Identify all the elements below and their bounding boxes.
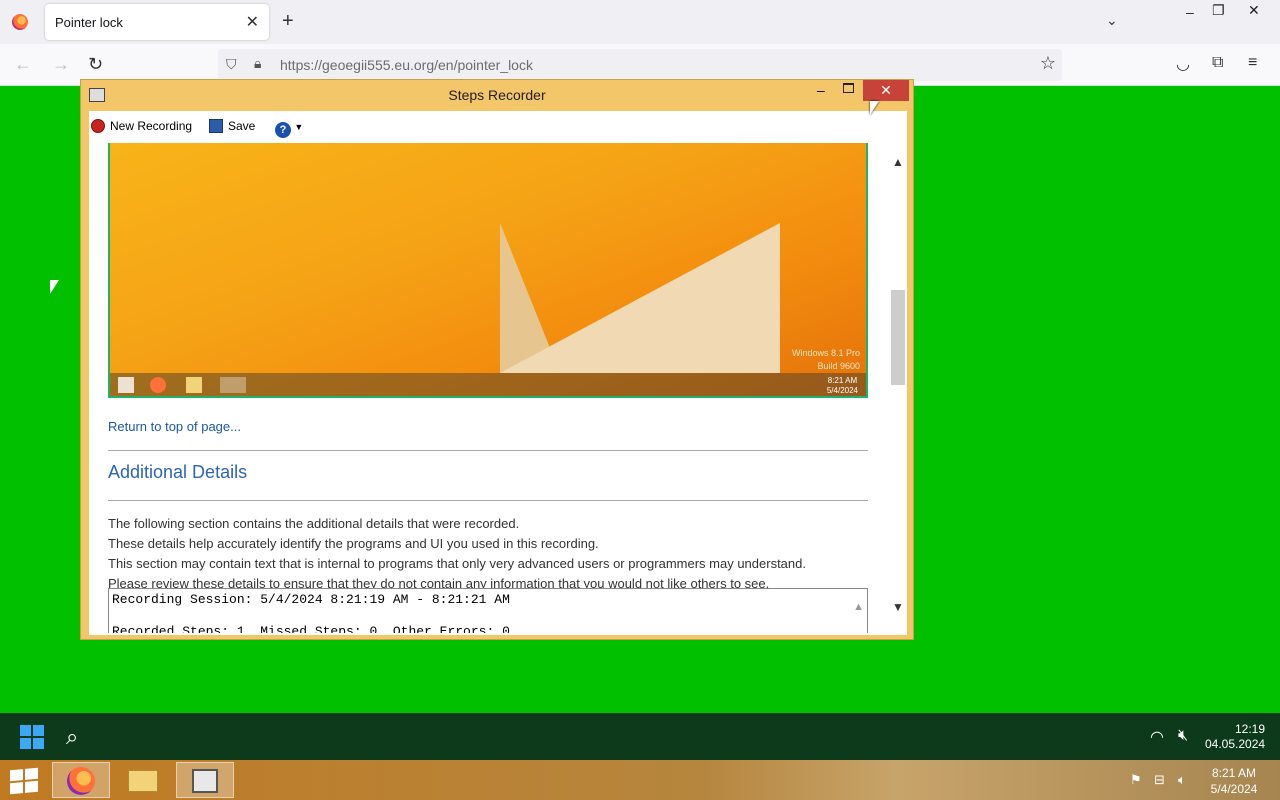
window-title: Steps Recorder xyxy=(448,87,546,103)
divider xyxy=(108,450,868,451)
scroll-up-icon[interactable]: ▲ xyxy=(892,155,904,169)
windows-start-icon[interactable] xyxy=(20,725,44,749)
details-paragraph: These details help accurately identify t… xyxy=(108,536,599,551)
mouse-cursor-icon xyxy=(870,101,879,115)
screenshot-recorder-icon xyxy=(220,377,246,393)
details-line: Recording Session: 5/4/2024 8:21:19 AM -… xyxy=(112,592,510,607)
new-recording-button[interactable]: New Recording xyxy=(91,119,192,133)
mouse-cursor-icon xyxy=(50,280,59,294)
host-clock-time: 12:19 xyxy=(1234,722,1265,736)
host-clock[interactable]: 12:19 04.05.2024 xyxy=(1205,722,1265,752)
host-clock-date: 04.05.2024 xyxy=(1205,737,1266,751)
steps-recorder-window: Steps Recorder – ✕ New Recording Save ? … xyxy=(80,79,914,640)
additional-details-heading: Additional Details xyxy=(108,462,248,482)
step-screenshot: Windows 8.1 Pro Build 9600 8:21 AM 5/4/2… xyxy=(108,143,868,398)
url-path: /en/pointer_lock xyxy=(434,57,533,73)
window-minimize-icon[interactable]: – xyxy=(817,82,825,98)
record-icon xyxy=(91,119,105,133)
search-icon[interactable]: ⌕ xyxy=(66,724,78,750)
return-to-top-link[interactable]: Return to top of page... xyxy=(108,419,241,434)
wallpaper-shape xyxy=(500,223,780,373)
flag-icon[interactable]: ⚑ xyxy=(1130,772,1142,788)
screenshot-firefox-icon xyxy=(150,377,166,393)
help-icon: ? xyxy=(275,122,291,138)
firefox-icon xyxy=(12,14,28,30)
new-tab-button[interactable]: + xyxy=(282,10,294,33)
screenshot-clock-time: 8:21 AM xyxy=(827,376,858,385)
wifi-icon[interactable]: ◠ xyxy=(1150,727,1164,747)
menu-icon[interactable]: ≡ xyxy=(1248,54,1257,72)
windows-watermark: Windows 8.1 Pro Build 9600 xyxy=(792,347,860,373)
network-icon[interactable]: ⊟ xyxy=(1154,772,1165,788)
report-scrollbar[interactable]: ▲ ▼ xyxy=(889,143,907,633)
url-bar[interactable]: ⛉ 🔒︎ https://geoegii555.eu.org/en/pointe… xyxy=(218,49,1062,81)
close-icon[interactable]: ✕ xyxy=(1248,2,1260,19)
new-recording-label: New Recording xyxy=(110,119,193,133)
screenshot-start-icon xyxy=(118,377,134,393)
speaker-icon[interactable]: 🔈︎ xyxy=(1178,772,1186,788)
taskbar-firefox[interactable] xyxy=(52,762,110,798)
screenshot-taskbar: 8:21 AM 5/4/2024 xyxy=(110,373,866,396)
screenshot-folder-icon xyxy=(186,377,202,393)
restore-icon[interactable]: ❐ xyxy=(1212,2,1225,19)
bookmark-star-icon[interactable]: ☆ xyxy=(1040,53,1056,74)
browser-tab-bar: Pointer lock ✕ + ⌄ – ❐ ✕ xyxy=(0,0,1280,44)
minimize-icon[interactable]: – xyxy=(1186,4,1194,20)
scroll-thumb[interactable] xyxy=(891,290,905,385)
help-dropdown-icon: ▼ xyxy=(294,122,304,132)
lock-icon[interactable]: 🔒︎ xyxy=(254,55,261,72)
watermark-line: Build 9600 xyxy=(817,361,860,371)
firefox-icon xyxy=(67,767,95,795)
back-icon[interactable]: ← xyxy=(14,54,32,75)
recorder-toolbar: New Recording Save ? ▼ xyxy=(89,111,907,143)
window-maximize-icon[interactable] xyxy=(843,83,854,93)
textbox-scroll-up-icon[interactable]: ▲ xyxy=(853,601,864,613)
watermark-line: Windows 8.1 Pro xyxy=(791,348,860,358)
url-text[interactable]: https://geoegii555.eu.org/en/pointer_loc… xyxy=(280,57,533,73)
volume-muted-icon[interactable]: 🔇︎ xyxy=(1178,727,1188,745)
save-button[interactable]: Save xyxy=(209,119,255,133)
scroll-down-icon[interactable]: ▼ xyxy=(892,600,904,614)
list-tabs-chevron-icon[interactable]: ⌄ xyxy=(1106,12,1118,29)
recording-report[interactable]: Windows 8.1 Pro Build 9600 8:21 AM 5/4/2… xyxy=(89,143,884,633)
forward-icon[interactable]: → xyxy=(52,54,70,75)
shield-icon[interactable]: ⛉ xyxy=(226,56,237,73)
steps-recorder-icon xyxy=(192,769,218,793)
recorder-client-area: New Recording Save ? ▼ Windows 8.1 Pro B… xyxy=(89,111,907,635)
details-line: Recorded Steps: 1, Missed Steps: 0, Othe… xyxy=(112,624,510,633)
pocket-icon[interactable]: ◡ xyxy=(1176,54,1190,74)
reload-icon[interactable]: ↻ xyxy=(88,54,103,75)
folder-icon xyxy=(128,770,158,792)
host-taskbar: ⌕ ◠ 🔇︎ 12:19 04.05.2024 xyxy=(0,713,1280,760)
divider xyxy=(108,500,868,501)
guest-clock-time: 8:21 AM xyxy=(1211,766,1257,780)
tab-title: Pointer lock xyxy=(55,15,123,30)
details-paragraph: This section may contain text that is in… xyxy=(108,556,806,571)
save-label: Save xyxy=(228,119,256,133)
help-button[interactable]: ? ▼ xyxy=(275,119,303,138)
screenshot-clock: 8:21 AM 5/4/2024 xyxy=(827,376,858,396)
window-title-bar[interactable]: Steps Recorder – ✕ xyxy=(81,80,913,110)
windows8-start-icon[interactable] xyxy=(10,767,38,795)
guest-clock-date: 5/4/2024 xyxy=(1210,782,1258,796)
url-host: https://geoegii555.eu.org xyxy=(280,57,435,73)
screenshot-clock-date: 5/4/2024 xyxy=(826,386,858,395)
taskbar-file-explorer[interactable] xyxy=(114,762,172,798)
details-paragraph: The following section contains the addit… xyxy=(108,516,520,531)
extensions-icon[interactable]: ⧉ xyxy=(1212,54,1223,72)
guest-clock[interactable]: 8:21 AM 5/4/2024 xyxy=(1202,765,1266,797)
taskbar-steps-recorder[interactable] xyxy=(176,762,234,798)
tab-pointer-lock[interactable]: Pointer lock ✕ xyxy=(45,4,269,40)
save-icon xyxy=(209,119,223,133)
guest-taskbar: ⚑ ⊟ 🔈︎ 8:21 AM 5/4/2024 xyxy=(0,760,1280,800)
window-close-button[interactable]: ✕ xyxy=(863,80,909,101)
tab-close-icon[interactable]: ✕ xyxy=(246,12,259,32)
details-textbox[interactable]: Recording Session: 5/4/2024 8:21:19 AM -… xyxy=(108,588,868,633)
